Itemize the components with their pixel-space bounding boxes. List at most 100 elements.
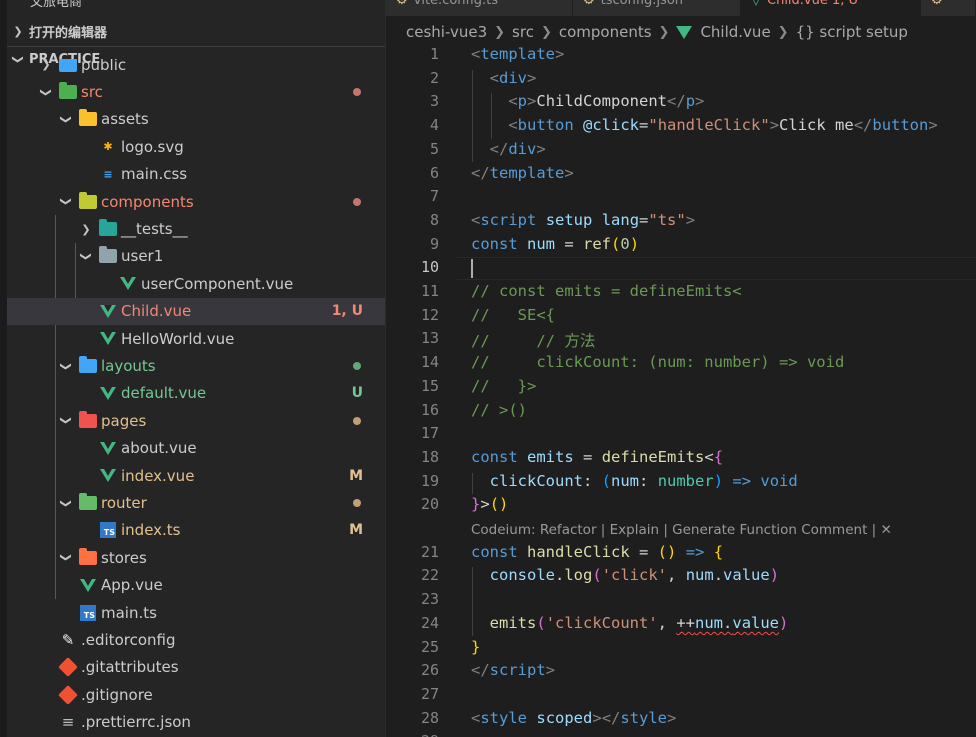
tree-file[interactable]: default.vue U bbox=[7, 380, 385, 407]
layouts-folder-icon bbox=[79, 356, 97, 374]
breadcrumb-item[interactable]: ceshi-vue3 bbox=[406, 23, 487, 41]
editor-tab[interactable]: ▽ Child.vue 1, U bbox=[741, 0, 921, 16]
code-line[interactable]: // SE<{ bbox=[471, 306, 555, 324]
ts-file-icon: TS bbox=[79, 604, 97, 621]
folder-open-icon bbox=[99, 246, 117, 264]
code-line[interactable]: <button @click="handleClick">Click me</b… bbox=[471, 116, 937, 134]
line-number: 23 bbox=[420, 590, 439, 609]
tree-folder[interactable]: ❯ components bbox=[7, 188, 385, 215]
editor-tab[interactable]: ⚙ tsconfig.json bbox=[573, 0, 741, 16]
file-icon: ⚙ bbox=[931, 0, 943, 8]
chevron-down-icon: ❯ bbox=[39, 87, 53, 97]
chevron-right-icon: ❯ bbox=[777, 24, 789, 40]
code-line[interactable]: } bbox=[471, 638, 480, 656]
code-line[interactable]: // const emits = defineEmits< bbox=[471, 282, 742, 300]
line-number: 7 bbox=[429, 187, 439, 206]
router-folder-icon bbox=[79, 493, 97, 511]
tree-file[interactable]: .gitignore bbox=[7, 681, 385, 708]
svg-file-icon: ✱ bbox=[103, 140, 113, 154]
line-number: 19 bbox=[420, 471, 439, 490]
tree-file[interactable]: App.vue bbox=[7, 572, 385, 599]
codeium-codelens[interactable]: Codeium: Refactor | Explain | Generate F… bbox=[471, 522, 892, 538]
git-status-badge: 1, U bbox=[331, 303, 363, 320]
tree-item-label: App.vue bbox=[101, 576, 163, 595]
line-number: 10 bbox=[420, 258, 439, 277]
line-number: 3 bbox=[429, 92, 439, 111]
editor-tab[interactable]: ⚙ vite.config.ts bbox=[386, 0, 573, 16]
tree-file[interactable]: ≡ .prettierrc.json bbox=[7, 709, 385, 736]
breadcrumb-item[interactable]: {} script setup bbox=[796, 23, 908, 41]
chevron-right-icon: ❯ bbox=[41, 59, 51, 72]
chevron-right-icon: ❯ bbox=[494, 24, 506, 40]
line-number: 2 bbox=[429, 68, 439, 87]
open-editors-section[interactable]: ❯ 打开的编辑器 bbox=[7, 18, 385, 44]
tree-file[interactable]: TS main.ts bbox=[7, 599, 385, 626]
tree-item-label: main.ts bbox=[101, 603, 157, 622]
tree-item-label: HelloWorld.vue bbox=[121, 329, 235, 348]
tree-folder[interactable]: ❯ assets bbox=[7, 106, 385, 133]
code-editor[interactable]: 1 <template> 2 <div> 3 <p>ChildComponent</p… bbox=[386, 44, 976, 737]
tree-folder[interactable]: ❯ layouts bbox=[7, 352, 385, 379]
tree-folder[interactable]: ❯ src bbox=[7, 78, 385, 105]
code-line[interactable]: <p>ChildComponent</p> bbox=[471, 92, 704, 110]
breadcrumb-item[interactable]: components bbox=[559, 23, 652, 41]
git-file-icon bbox=[58, 657, 78, 678]
code-line[interactable]: const num = ref(0) bbox=[471, 235, 639, 253]
line-number: 20 bbox=[420, 495, 439, 514]
tree-folder[interactable]: ❯ stores bbox=[7, 544, 385, 571]
tree-item-label: userComponent.vue bbox=[141, 274, 294, 293]
tree-folder[interactable]: ❯ user1 bbox=[7, 243, 385, 270]
code-line[interactable]: <style scoped></style> bbox=[471, 709, 676, 727]
tab-label: vite.config.ts bbox=[413, 0, 498, 8]
tree-folder[interactable]: ❯ __tests__ bbox=[7, 215, 385, 242]
file-tree: ❯ public ❯ src ❯ assets ✱ logo.svg ≡ main.css ❯ com… bbox=[7, 59, 385, 737]
code-line[interactable]: <div> bbox=[471, 69, 537, 87]
tree-file[interactable]: TS index.ts M bbox=[7, 517, 385, 544]
code-line[interactable]: // // 方法 bbox=[471, 329, 595, 351]
editor-tab[interactable]: ⚙ bbox=[921, 0, 976, 16]
tree-file[interactable]: ≡ main.css bbox=[7, 161, 385, 188]
code-line[interactable]: }>() bbox=[471, 495, 508, 513]
vue-file-icon bbox=[99, 331, 117, 347]
tree-file[interactable]: index.vue M bbox=[7, 462, 385, 489]
line-number: 24 bbox=[420, 613, 439, 632]
code-line[interactable]: clickCount: (num: number) => void bbox=[471, 472, 798, 490]
code-line[interactable]: </div> bbox=[471, 140, 546, 158]
tree-folder[interactable]: ❯ public bbox=[7, 59, 385, 78]
code-line[interactable]: const emits = defineEmits<{ bbox=[471, 448, 723, 466]
tree-file[interactable]: .gitattributes bbox=[7, 654, 385, 681]
tree-file[interactable]: Child.vue 1, U bbox=[7, 297, 385, 325]
vue-file-icon: ▽ bbox=[751, 0, 761, 8]
chevron-down-icon: ❯ bbox=[59, 553, 73, 563]
tab-bar: ⚙ vite.config.ts ⚙ tsconfig.json ▽ Child.vue … bbox=[386, 0, 976, 16]
tree-item-label: default.vue bbox=[121, 384, 207, 403]
activity-bar-edge bbox=[0, 0, 7, 737]
tree-folder[interactable]: ❯ pages bbox=[7, 407, 385, 434]
chevron-right-icon: ❯ bbox=[658, 24, 670, 40]
code-line[interactable]: // clickCount: (num: number) => void bbox=[471, 353, 844, 371]
tree-file[interactable]: about.vue bbox=[7, 435, 385, 462]
breadcrumb-item[interactable]: src bbox=[512, 23, 534, 41]
tree-item-label: .prettierrc.json bbox=[81, 713, 191, 732]
status-dot bbox=[353, 88, 361, 97]
tree-file[interactable]: userComponent.vue bbox=[7, 270, 385, 297]
line-number: 25 bbox=[420, 637, 439, 656]
breadcrumb-item[interactable]: Child.vue bbox=[700, 23, 770, 41]
code-line[interactable]: // }> bbox=[471, 377, 536, 395]
code-line[interactable]: const handleClick = () => { bbox=[471, 543, 723, 561]
status-dot bbox=[353, 362, 361, 371]
tree-file[interactable]: HelloWorld.vue bbox=[7, 325, 385, 352]
tests-folder-icon bbox=[99, 219, 117, 237]
tree-folder[interactable]: ❯ router bbox=[7, 489, 385, 516]
code-line[interactable]: </template> bbox=[471, 164, 574, 182]
code-line[interactable]: // >() bbox=[471, 401, 527, 419]
code-line[interactable]: emits('clickCount', ++num.value) bbox=[471, 614, 789, 632]
code-line[interactable]: <template> bbox=[471, 45, 564, 63]
tree-item-label: public bbox=[81, 59, 127, 74]
tree-file[interactable]: ✎ .editorconfig bbox=[7, 626, 385, 653]
code-line[interactable]: <script setup lang="ts"> bbox=[471, 211, 695, 229]
code-line[interactable]: console.log('click', num.value) bbox=[471, 566, 779, 584]
tree-file[interactable]: ✱ logo.svg bbox=[7, 133, 385, 160]
line-number: 11 bbox=[420, 282, 439, 300]
code-line[interactable]: </script> bbox=[471, 661, 555, 679]
